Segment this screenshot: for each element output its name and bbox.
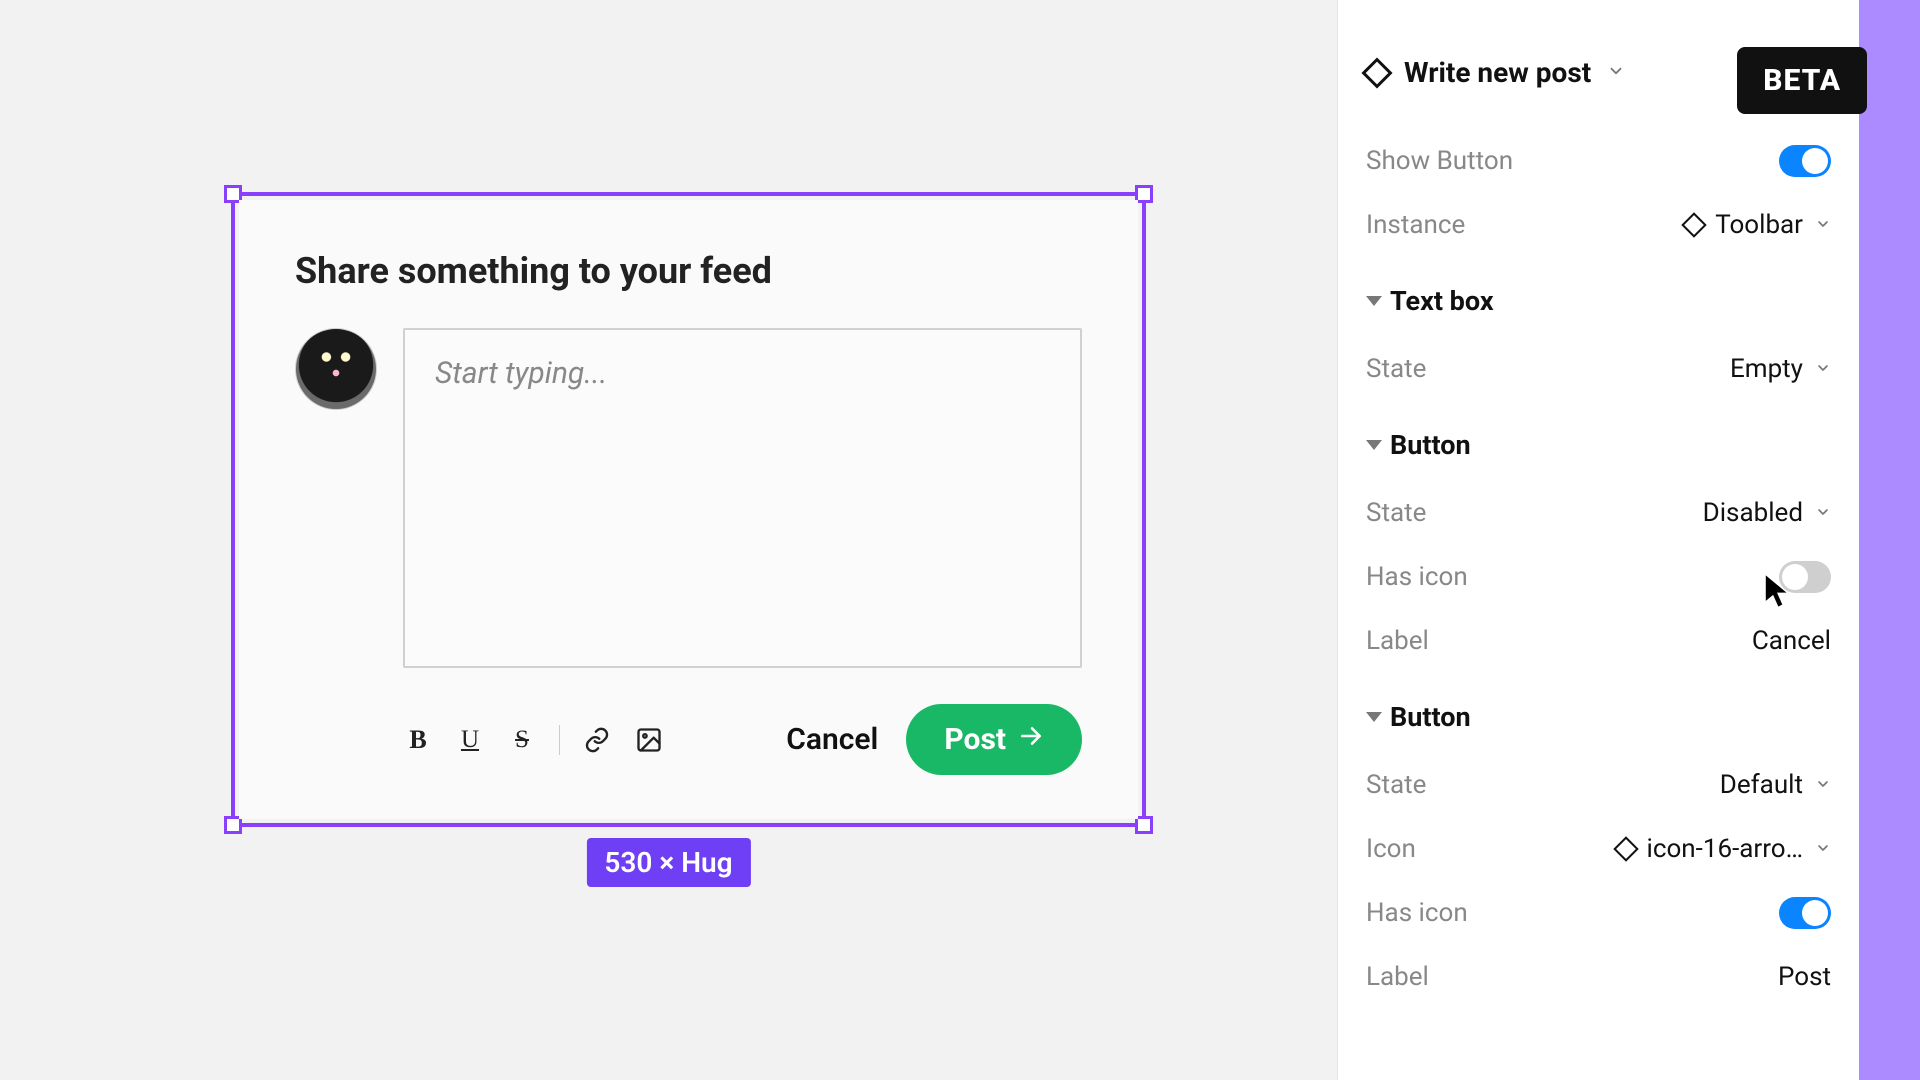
strikethrough-icon[interactable]: S [507, 725, 537, 755]
button1-hasicon-label: Has icon [1366, 562, 1468, 592]
chevron-down-icon [1607, 61, 1625, 85]
underline-icon[interactable]: U [455, 725, 485, 755]
link-icon[interactable] [582, 725, 612, 755]
section-title: Button [1390, 701, 1471, 733]
dimensions-badge: 530 × Hug [586, 838, 750, 887]
button2-icon-select[interactable]: icon-16-arro… [1617, 834, 1831, 864]
button2-icon-value: icon-16-arro… [1647, 834, 1803, 864]
button1-label-value: Cancel [1752, 626, 1831, 656]
properties-panel: BETA Write new post Show Button Instance… [1337, 0, 1867, 1080]
textbox-state-select[interactable]: Empty [1730, 354, 1831, 384]
chevron-down-icon [1815, 213, 1831, 237]
instance-diamond-icon [1681, 212, 1706, 237]
section-header-button-2[interactable]: Button [1366, 701, 1831, 733]
bold-icon[interactable]: B [403, 725, 433, 755]
section-title: Text box [1390, 285, 1494, 317]
caret-down-icon [1366, 440, 1382, 450]
beta-badge: BETA [1737, 47, 1867, 114]
instance-label: Instance [1366, 210, 1465, 240]
button1-hasicon-toggle[interactable] [1779, 561, 1831, 593]
post-button[interactable]: Post [906, 704, 1082, 775]
button2-label-field[interactable]: Post [1778, 962, 1831, 992]
caret-down-icon [1366, 712, 1382, 722]
button2-hasicon-toggle[interactable] [1779, 897, 1831, 929]
button2-label-label: Label [1366, 962, 1429, 992]
caret-down-icon [1366, 296, 1382, 306]
toolbar-divider [559, 725, 560, 755]
post-button-label: Post [944, 722, 1006, 757]
card-title: Share something to your feed [295, 250, 1082, 292]
instance-diamond-icon [1613, 836, 1638, 861]
button2-state-label: State [1366, 770, 1426, 800]
image-icon[interactable] [634, 725, 664, 755]
component-name: Write new post [1404, 56, 1591, 89]
button1-state-select[interactable]: Disabled [1703, 498, 1831, 528]
section-title: Button [1390, 429, 1471, 461]
button1-label-label: Label [1366, 626, 1429, 656]
chevron-down-icon [1815, 501, 1831, 525]
component-selector[interactable]: Write new post [1366, 56, 1625, 89]
button2-icon-label: Icon [1366, 834, 1416, 864]
write-post-card: Share something to your feed Start typin… [239, 200, 1138, 819]
textbox-state-value: Empty [1730, 354, 1803, 384]
chevron-down-icon [1815, 773, 1831, 797]
avatar [295, 328, 377, 410]
instance-select[interactable]: Toolbar [1685, 210, 1831, 240]
show-button-label: Show Button [1366, 146, 1513, 176]
section-header-textbox[interactable]: Text box [1366, 285, 1831, 317]
show-button-toggle[interactable] [1779, 145, 1831, 177]
chevron-down-icon [1815, 837, 1831, 861]
right-strip [1867, 0, 1920, 1080]
textbox-state-label: State [1366, 354, 1426, 384]
textarea-placeholder: Start typing... [435, 356, 607, 391]
chevron-down-icon [1815, 357, 1831, 381]
button2-state-select[interactable]: Default [1720, 770, 1831, 800]
post-textarea[interactable]: Start typing... [403, 328, 1082, 668]
canvas-area[interactable]: Share something to your feed Start typin… [0, 0, 1337, 1080]
selection-frame[interactable]: Share something to your feed Start typin… [231, 192, 1146, 827]
formatting-toolbar: B U S [403, 725, 664, 755]
arrow-right-icon [1018, 722, 1044, 757]
button2-hasicon-label: Has icon [1366, 898, 1468, 928]
button1-state-label: State [1366, 498, 1426, 528]
component-diamond-icon [1361, 57, 1392, 88]
instance-value: Toolbar [1715, 210, 1803, 240]
button1-label-field[interactable]: Cancel [1752, 626, 1831, 656]
button2-label-value: Post [1778, 962, 1831, 992]
button1-state-value: Disabled [1703, 498, 1803, 528]
button2-state-value: Default [1720, 770, 1803, 800]
cancel-button[interactable]: Cancel [786, 722, 878, 757]
section-header-button-1[interactable]: Button [1366, 429, 1831, 461]
